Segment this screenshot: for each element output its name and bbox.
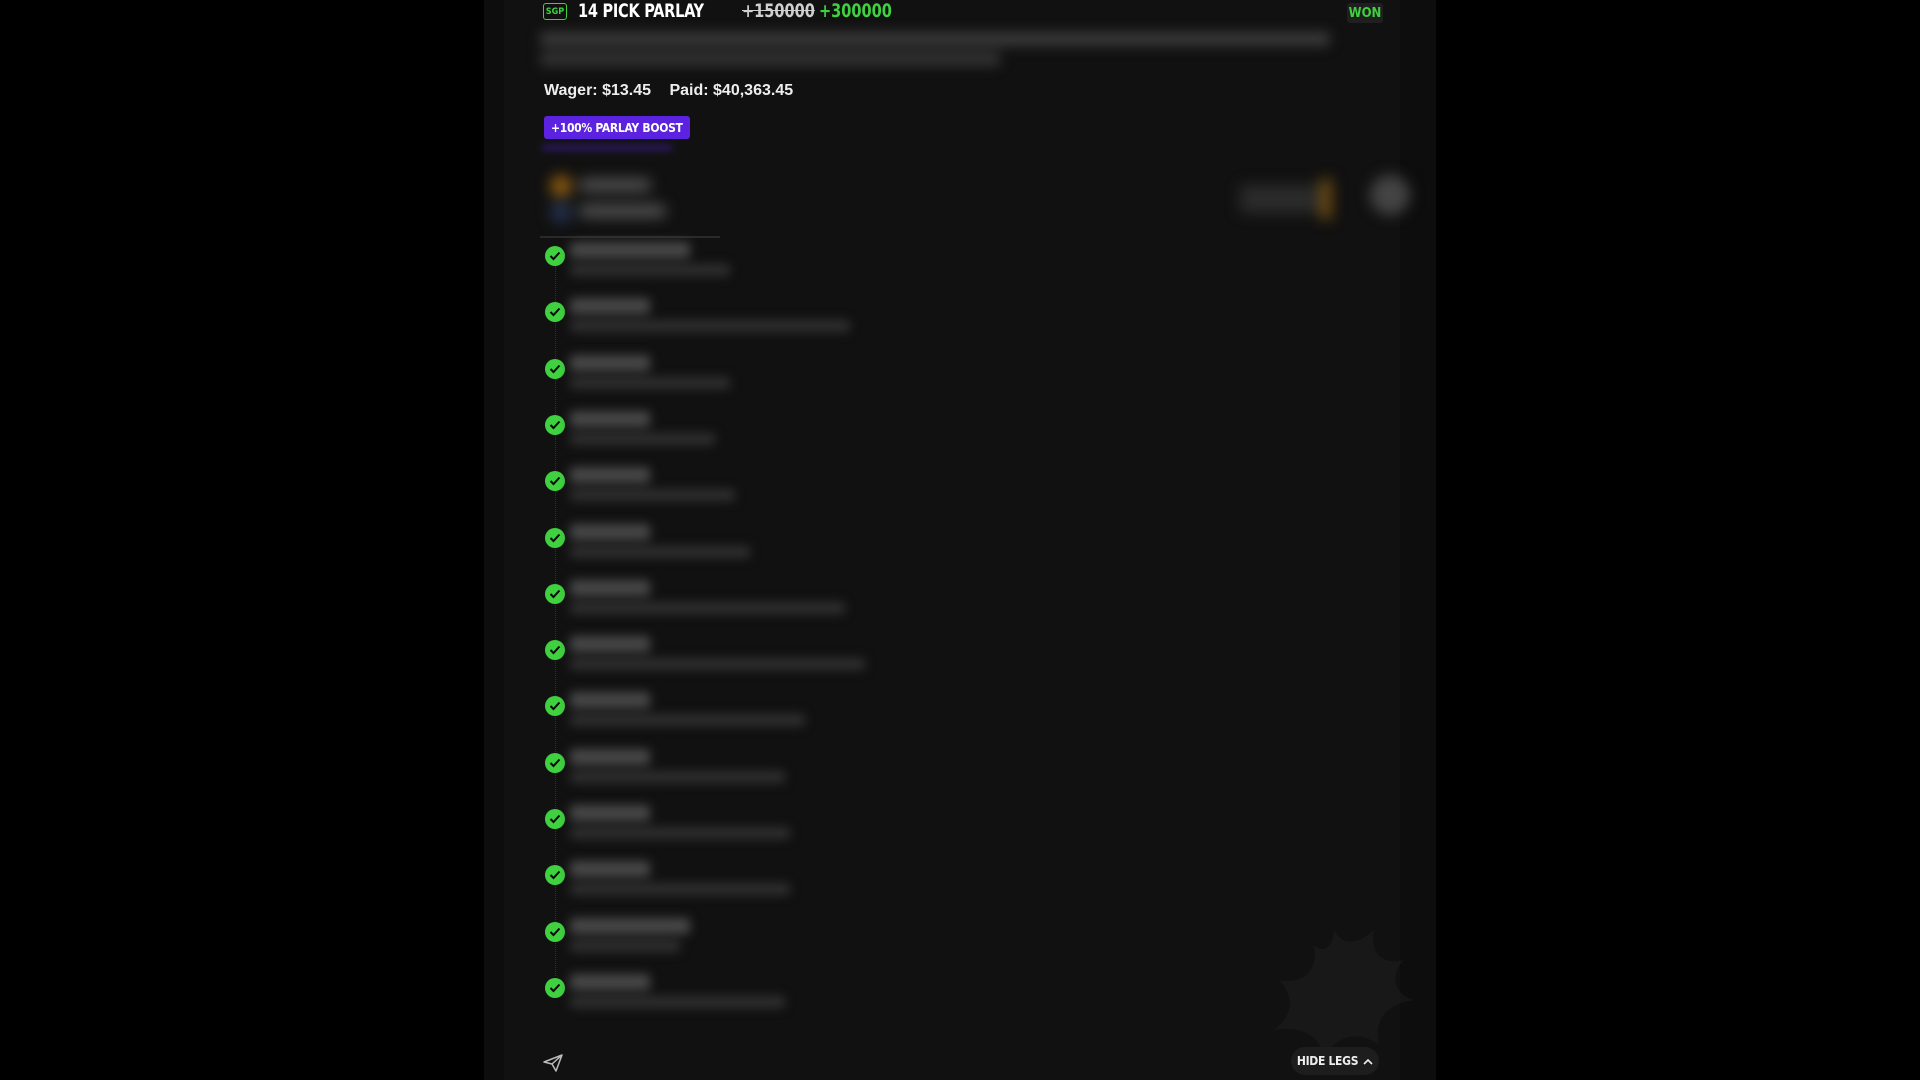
paid-amount: Paid: $40,363.45 — [669, 82, 794, 99]
hide-legs-label: HIDE LEGS — [1296, 1054, 1359, 1068]
checkmark-icon — [545, 527, 565, 548]
divider — [540, 236, 720, 238]
bet-description-blurred — [540, 26, 1340, 70]
checkmark-icon — [545, 414, 565, 435]
leg-row[interactable] — [504, 636, 1404, 696]
leg-row[interactable] — [504, 410, 1404, 471]
wager-paid-row: Wager: $13.45 Paid: $40,363.45 — [544, 82, 807, 100]
parlay-boost-badge: +100% PARLAY BOOST — [544, 116, 690, 139]
leg-row[interactable] — [504, 861, 1404, 921]
leg-row[interactable] — [504, 579, 1404, 640]
checkmark-icon — [545, 921, 565, 942]
leg-row[interactable] — [504, 523, 1404, 584]
odds-original: +150000 — [742, 0, 815, 22]
checkmark-icon — [545, 302, 565, 323]
checkmark-icon — [545, 977, 565, 998]
leg-row[interactable] — [504, 805, 1404, 865]
bet-card: SGP 14 PICK PARLAY +150000 +300000 WON W… — [484, 0, 1436, 1080]
chevron-up-icon — [1363, 1058, 1373, 1065]
leg-row[interactable] — [504, 354, 1404, 415]
leg-row[interactable] — [504, 692, 1404, 752]
odds-boosted: +300000 — [819, 0, 892, 22]
checkmark-icon — [545, 583, 565, 604]
checkmark-icon — [545, 809, 565, 829]
checkmark-icon — [545, 246, 565, 266]
checkmark-icon — [545, 752, 565, 773]
checkmark-icon — [545, 865, 565, 886]
checkmark-icon — [545, 358, 565, 379]
checkmark-icon — [545, 471, 565, 492]
wager-amount: Wager: $13.45 — [544, 82, 652, 99]
leg-row[interactable] — [504, 298, 1404, 358]
bet-title: 14 PICK PARLAY — [578, 0, 704, 22]
leg-row[interactable] — [504, 467, 1404, 527]
checkmark-icon — [545, 696, 565, 717]
sgp-badge: SGP — [543, 3, 567, 20]
game-header-blurred[interactable] — [540, 165, 1410, 235]
send-icon[interactable] — [543, 1054, 563, 1072]
leg-row[interactable] — [504, 242, 1404, 302]
hide-legs-button[interactable]: HIDE LEGS — [1291, 1047, 1379, 1075]
bet-card-body: SGP 14 PICK PARLAY +150000 +300000 WON W… — [504, 0, 1414, 1080]
checkmark-icon — [545, 640, 565, 661]
boost-glow — [542, 146, 672, 149]
leg-row[interactable] — [504, 748, 1404, 809]
bet-header: SGP 14 PICK PARLAY +150000 +300000 WON — [543, 0, 1423, 26]
status-badge: WON — [1347, 3, 1383, 23]
